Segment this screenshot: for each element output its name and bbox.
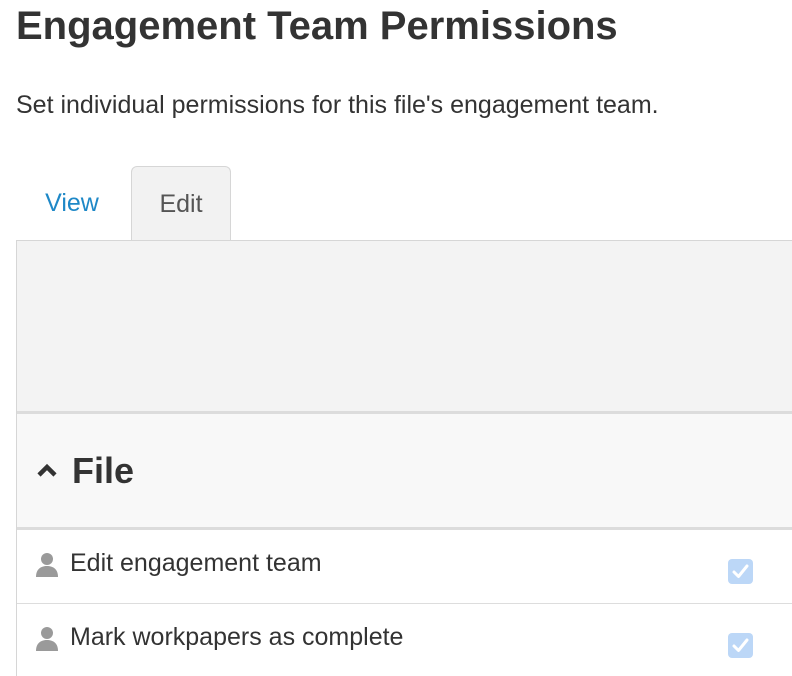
section-header-file[interactable]: File [17,411,792,530]
section-title: File [72,450,135,491]
permissions-page: Engagement Team Permissions Set individu… [0,0,792,676]
tab-bar: View Edit [16,166,792,242]
permission-label: Edit engagement team [70,549,322,577]
permission-label: Mark workpapers as complete [70,623,404,651]
user-icon [36,553,58,577]
permission-checkbox[interactable] [728,633,753,658]
permission-row: Mark workpapers as complete [17,604,792,676]
page-subtitle: Set individual permissions for this file… [16,91,659,119]
page-title: Engagement Team Permissions [16,4,618,48]
tab-edit[interactable]: Edit [131,166,231,242]
chevron-up-icon [37,463,57,477]
permissions-panel: File Edit engagement team Mark workpaper… [16,240,792,676]
check-icon [732,564,749,578]
permission-checkbox[interactable] [728,559,753,584]
tab-view[interactable]: View [16,166,128,240]
panel-toolbar-area [17,241,792,411]
check-icon [732,638,749,652]
permission-row: Edit engagement team [17,530,792,604]
user-icon [36,627,58,651]
